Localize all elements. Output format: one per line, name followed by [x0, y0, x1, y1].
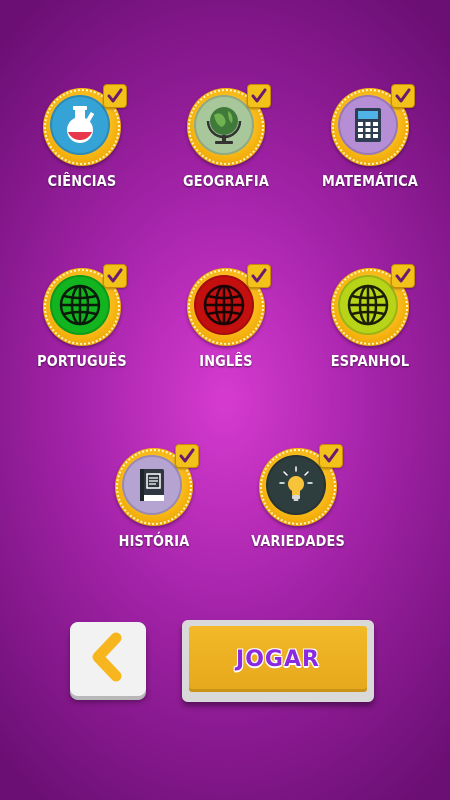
category-label: ESPANHOL [330, 352, 410, 370]
play-button[interactable]: JOGAR [182, 620, 374, 702]
category-matematica[interactable]: MATEMÁTICA [310, 84, 430, 190]
portugues-badge[interactable] [41, 264, 127, 348]
category-ingles[interactable]: INGLÊS [166, 264, 286, 370]
ciencias-badge[interactable] [41, 84, 127, 168]
geografia-badge[interactable] [185, 84, 271, 168]
check-icon [247, 84, 271, 108]
red-globe-icon [194, 275, 254, 335]
flask-icon [50, 95, 110, 155]
variedades-badge[interactable] [257, 444, 343, 528]
check-icon [391, 264, 415, 288]
category-label: HISTÓRIA [118, 532, 190, 550]
play-button-face[interactable]: JOGAR [189, 626, 367, 692]
category-label: CIÊNCIAS [47, 172, 117, 190]
check-icon [391, 84, 415, 108]
category-variedades[interactable]: VARIEDADES [238, 444, 358, 550]
category-label: INGLÊS [199, 352, 253, 370]
globe-icon [194, 95, 254, 155]
ingles-badge[interactable] [185, 264, 271, 348]
category-ciencias[interactable]: CIÊNCIAS [22, 84, 142, 190]
check-icon [103, 84, 127, 108]
category-historia[interactable]: HISTÓRIA [94, 444, 214, 550]
category-espanhol[interactable]: ESPANHOL [310, 264, 430, 370]
category-label: GEOGRAFIA [182, 172, 270, 190]
category-portugues[interactable]: PORTUGUÊS [22, 264, 142, 370]
check-icon [175, 444, 199, 468]
category-label: MATEMÁTICA [321, 172, 419, 190]
check-icon [103, 264, 127, 288]
category-label: PORTUGUÊS [37, 352, 127, 370]
calculator-icon [338, 95, 398, 155]
check-icon [247, 264, 271, 288]
espanhol-badge[interactable] [329, 264, 415, 348]
lightbulb-icon [266, 455, 326, 515]
historia-badge[interactable] [113, 444, 199, 528]
check-icon [319, 444, 343, 468]
book-icon [122, 455, 182, 515]
chevron-left-icon [86, 632, 130, 686]
matematica-badge[interactable] [329, 84, 415, 168]
play-label: JOGAR [236, 646, 320, 672]
category-label: VARIEDADES [251, 532, 345, 550]
yellow-green-globe-icon [338, 275, 398, 335]
green-globe-icon [50, 275, 110, 335]
back-button[interactable] [70, 622, 146, 696]
category-geografia[interactable]: GEOGRAFIA [166, 84, 286, 190]
